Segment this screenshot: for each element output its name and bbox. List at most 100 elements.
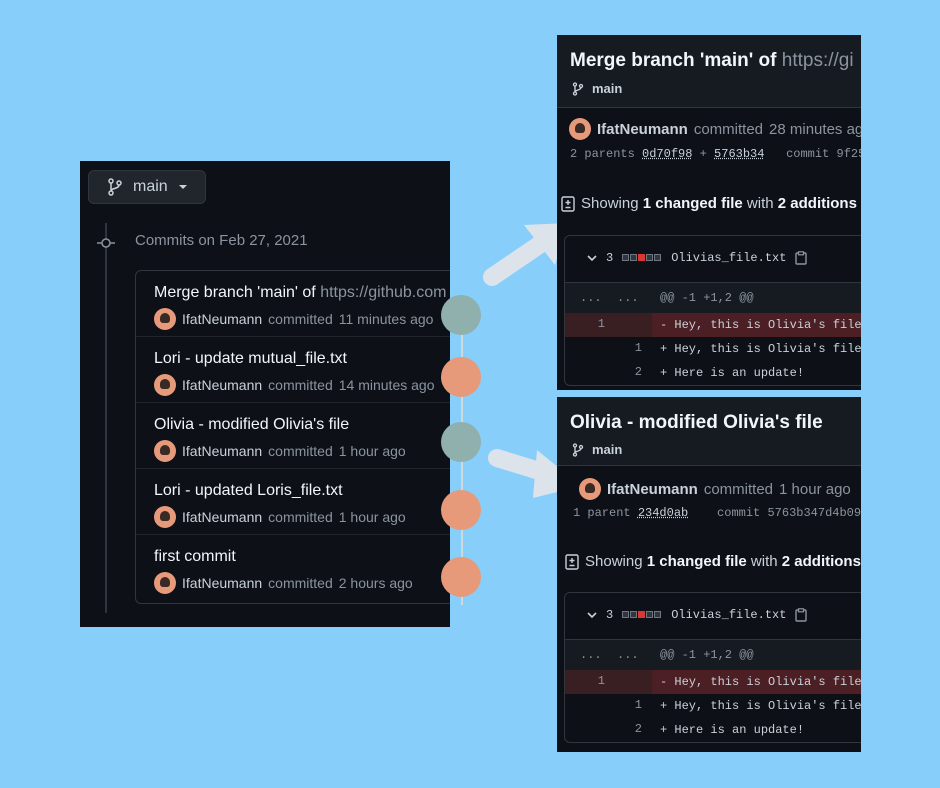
file-header: 3 Olivias_file.txt (565, 236, 861, 283)
salmon-commit-dot (441, 557, 481, 597)
commit-sha: 9f25 (836, 147, 862, 161)
commit-header: Merge branch 'main' of https://gi main (557, 35, 861, 107)
commit-title[interactable]: Lori - update mutual_file.txt (154, 350, 347, 367)
commit-author[interactable]: IfatNeumann (607, 481, 698, 498)
commit-time: 1 hour ago (338, 443, 406, 459)
commit-title[interactable]: first commit (154, 548, 236, 565)
commit-row[interactable]: Lori - updated Loris_file.txt IfatNeuman… (136, 469, 450, 535)
commit-title[interactable]: Lori - updated Loris_file.txt (154, 482, 343, 499)
clipboard-icon[interactable] (795, 251, 808, 265)
avatar[interactable] (154, 572, 176, 594)
commit-time: 1 hour ago (779, 480, 851, 498)
page-title: Merge branch 'main' of https://gi (570, 50, 854, 71)
diff-file-icon (565, 553, 579, 570)
commit-action: committed (268, 443, 333, 459)
commit-header: Olivia - modified Olivia's file main (557, 397, 861, 465)
salmon-commit-dot (441, 490, 481, 530)
teal-commit-dot (441, 422, 481, 462)
branch-name: main (133, 178, 168, 195)
diff-line-added: 1 + Hey, this is Olivia's file (634, 341, 861, 356)
commit-title[interactable]: Merge branch 'main' of (154, 284, 320, 301)
clipboard-icon[interactable] (795, 608, 808, 622)
commit-time: 28 minutes ag (769, 120, 861, 138)
commit-author[interactable]: IfatNeumann (182, 377, 262, 393)
commit-action: committed (268, 509, 333, 525)
branch-label[interactable]: main (572, 81, 622, 96)
author-bar: IfatNeumann committed 28 minutes ag 2 pa… (557, 107, 861, 168)
commit-row[interactable]: Merge branch 'main' of https://github.co… (136, 271, 450, 337)
timeline-line (105, 223, 107, 613)
commit-action: committed (268, 575, 333, 591)
chevron-down-icon[interactable] (587, 254, 597, 262)
git-branch-icon (572, 442, 584, 457)
parents-separator: + (699, 147, 707, 161)
commit-author[interactable]: IfatNeumann (182, 443, 262, 459)
avatar[interactable] (154, 440, 176, 462)
commit-time: 11 minutes ago (338, 311, 434, 327)
hunk-header: ... ... @@ -1 +1,2 @@ (565, 640, 861, 670)
change-count: 3 (606, 251, 614, 265)
avatar[interactable] (569, 118, 591, 140)
commits-panel: main Commits on Feb 27, 2021 Merge branc… (80, 161, 450, 627)
author-bar: IfatNeumann committed 1 hour ago 1 paren… (557, 465, 861, 528)
parent-sha-link[interactable]: 0d70f98 (642, 147, 692, 161)
commit-title-url[interactable]: https://github.com (320, 284, 446, 301)
file-name[interactable]: Olivias_file.txt (671, 608, 786, 622)
diff-summary: Showing 1 changed file with 2 additions … (561, 195, 861, 212)
diff-file-icon (561, 195, 575, 212)
chevron-down-icon (178, 185, 187, 189)
diff-line-added: 2 + Here is an update! (634, 365, 805, 380)
salmon-commit-dot (441, 357, 481, 397)
commit-author[interactable]: IfatNeumann (182, 311, 262, 327)
diff-line-deleted: 1- Hey, this is Olivia's file (565, 670, 861, 694)
commit-time: 14 minutes ago (338, 377, 435, 393)
file-diff: 3 Olivias_file.txt ... ... @@ -1 +1,2 @@… (564, 592, 861, 743)
commit-time: 2 hours ago (338, 575, 413, 591)
file-diff: 3 Olivias_file.txt ... ... @@ -1 +1,2 @@… (564, 235, 861, 386)
change-count: 3 (606, 608, 614, 622)
commits-date-heading: Commits on Feb 27, 2021 (135, 232, 308, 249)
diff-line-added: 1 + Hey, this is Olivia's file (634, 698, 861, 713)
file-name[interactable]: Olivias_file.txt (671, 251, 786, 265)
hunk-header: ... ... @@ -1 +1,2 @@ (565, 283, 861, 313)
commit-action: committed (268, 377, 333, 393)
avatar[interactable] (579, 478, 601, 500)
diff-line-added: 2 + Here is an update! (634, 722, 805, 737)
commit-label: commit (786, 147, 830, 161)
git-branch-icon (108, 178, 122, 196)
commit-list: Merge branch 'main' of https://github.co… (135, 270, 450, 604)
parents-label: 2 parents (570, 147, 635, 161)
commit-time: 1 hour ago (338, 509, 406, 525)
commit-author[interactable]: IfatNeumann (182, 575, 262, 591)
commit-sha: 5763b347d4b0966 (767, 506, 861, 520)
file-header: 3 Olivias_file.txt (565, 593, 861, 640)
commit-author[interactable]: IfatNeumann (182, 509, 262, 525)
branch-selector-button[interactable]: main (88, 170, 206, 204)
branch-label[interactable]: main (572, 442, 622, 457)
diff-line-deleted: 1- Hey, this is Olivia's file (565, 313, 861, 337)
avatar[interactable] (154, 308, 176, 330)
commit-action: committed (693, 120, 764, 138)
commit-row[interactable]: first commit IfatNeumann committed 2 hours… (136, 535, 450, 601)
commit-action: committed (703, 480, 774, 498)
merge-commit-detail-panel: Merge branch 'main' of https://gi main I… (557, 35, 861, 390)
commit-title[interactable]: Olivia - modified Olivia's file (154, 416, 349, 433)
diffstat-bar (622, 608, 662, 622)
avatar[interactable] (154, 506, 176, 528)
parent-sha-link[interactable]: 234d0ab (638, 506, 688, 520)
commit-author[interactable]: IfatNeumann (597, 121, 688, 138)
olivia-commit-detail-panel: Olivia - modified Olivia's file main Ifa… (557, 397, 861, 752)
commit-row[interactable]: Olivia - modified Olivia's file IfatNeum… (136, 403, 450, 469)
git-commit-icon (97, 238, 115, 248)
diff-summary: Showing 1 changed file with 2 additions … (565, 553, 861, 570)
diffstat-bar (622, 251, 662, 265)
commit-label: commit (717, 506, 761, 520)
chevron-down-icon[interactable] (587, 611, 597, 619)
commit-action: committed (268, 311, 333, 327)
teal-commit-dot (441, 295, 481, 335)
git-branch-icon (572, 81, 584, 96)
parents-label: 1 parent (573, 506, 631, 520)
commit-row[interactable]: Lori - update mutual_file.txt IfatNeuman… (136, 337, 450, 403)
parent-sha-link[interactable]: 5763b34 (714, 147, 764, 161)
avatar[interactable] (154, 374, 176, 396)
